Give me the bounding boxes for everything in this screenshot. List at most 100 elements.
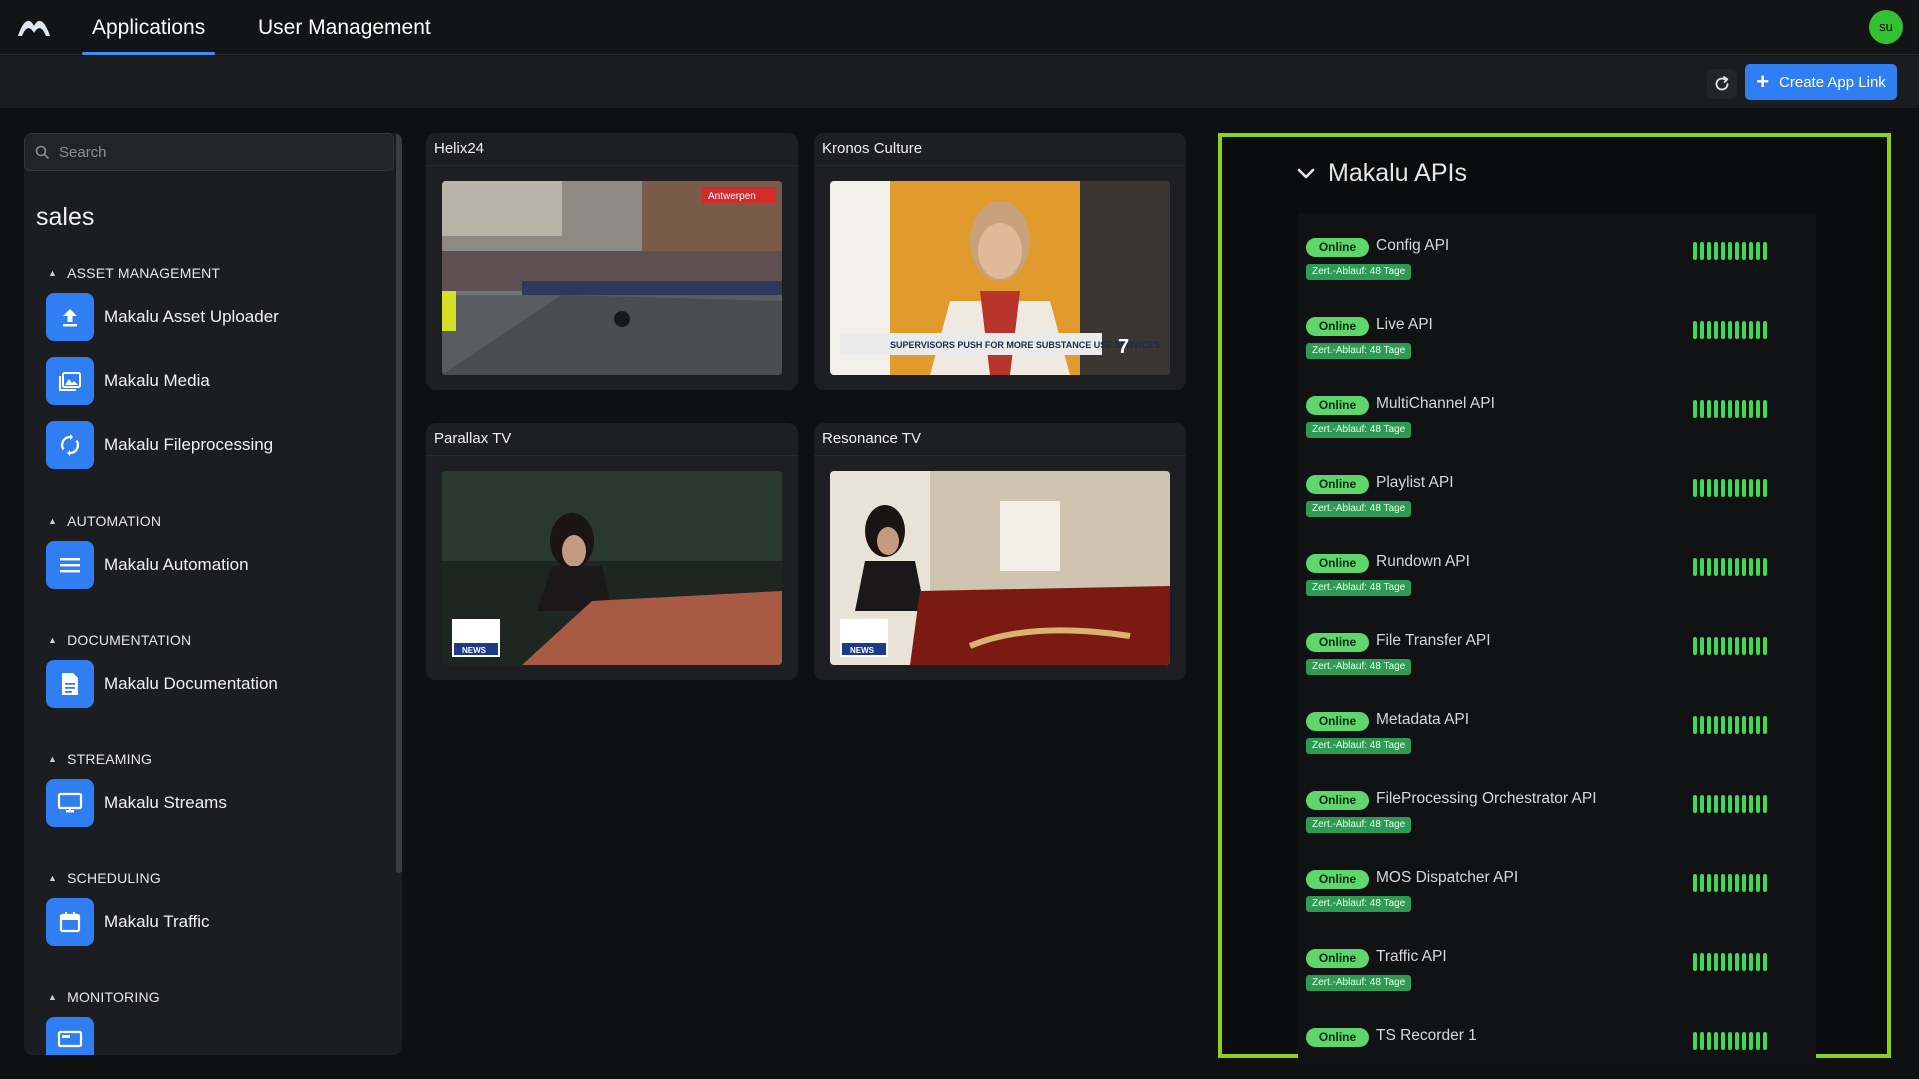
api-panel-header[interactable]: Makalu APIs (1296, 159, 1467, 188)
uptime-bar (1721, 874, 1725, 892)
uptime-bar (1749, 242, 1753, 260)
group-header-scheduling[interactable]: ▲ SCHEDULING (48, 870, 161, 886)
mountain-logo-icon[interactable] (16, 14, 52, 40)
api-status-row[interactable]: Online File Transfer API Zert.-Ablauf: 48 … (1306, 630, 1806, 686)
channel-card-parallax-tv[interactable]: Parallax TV NEWS (426, 423, 798, 680)
caret-up-icon: ▲ (48, 268, 58, 278)
api-status-row[interactable]: Online Metadata API Zert.-Ablauf: 48 Tage (1306, 709, 1806, 765)
uptime-bar (1742, 400, 1746, 418)
api-status-row[interactable]: Online TS Recorder 1 (1306, 1025, 1806, 1063)
uptime-bar (1728, 558, 1732, 576)
uptime-bar (1763, 953, 1767, 971)
api-status-row[interactable]: Online Config API Zert.-Ablauf: 48 Tage (1306, 235, 1806, 291)
create-app-link-button[interactable]: + Create App Link (1745, 64, 1897, 100)
group-header-streaming[interactable]: ▲ STREAMING (48, 751, 152, 767)
uptime-bar (1763, 637, 1767, 655)
sidebar-item-makalu-documentation[interactable]: Makalu Documentation (46, 660, 278, 708)
sidebar-item-label: Makalu Documentation (104, 674, 278, 693)
online-status-badge: Online (1306, 396, 1369, 415)
uptime-bar (1714, 874, 1718, 892)
api-status-row[interactable]: Online Live API Zert.-Ablauf: 48 Tage (1306, 314, 1806, 370)
sidebar-item-makalu-automation[interactable]: Makalu Automation (46, 541, 249, 589)
channel-thumbnail-racing[interactable]: Antwerpen (442, 181, 782, 375)
sidebar-item-makalu-streams[interactable]: Makalu Streams (46, 779, 227, 827)
uptime-bar (1763, 795, 1767, 813)
channel-card-helix24[interactable]: Helix24 Antwerpen (426, 133, 798, 390)
search-icon (35, 145, 49, 159)
uptime-bar (1707, 1032, 1711, 1050)
uptime-bar (1749, 874, 1753, 892)
uptime-bar (1721, 795, 1725, 813)
group-title: SCHEDULING (67, 870, 161, 886)
svg-text:7: 7 (1118, 336, 1129, 358)
uptime-bar (1693, 321, 1697, 339)
api-status-row[interactable]: Online MultiChannel API Zert.-Ablauf: 48 T… (1306, 393, 1806, 449)
online-status-badge: Online (1306, 949, 1369, 968)
sidebar-item-makalu-asset-uploader[interactable]: Makalu Asset Uploader (46, 293, 279, 341)
uptime-bar (1749, 716, 1753, 734)
api-status-row[interactable]: Online Playlist API Zert.-Ablauf: 48 Tage (1306, 472, 1806, 528)
uptime-bar (1742, 716, 1746, 734)
user-avatar[interactable]: su (1869, 10, 1903, 44)
uptime-bar (1700, 242, 1704, 260)
uptime-bar (1763, 558, 1767, 576)
uptime-bar (1763, 874, 1767, 892)
tab-user-management[interactable]: User Management (258, 0, 431, 55)
api-name: Playlist API (1376, 474, 1454, 491)
list-icon (46, 541, 94, 589)
group-header-asset-management[interactable]: ▲ ASSET MANAGEMENT (48, 265, 220, 281)
search-input[interactable]: Search (24, 133, 394, 171)
uptime-bar (1763, 400, 1767, 418)
sidebar-item-makalu-traffic[interactable]: Makalu Traffic (46, 898, 210, 946)
uptime-bar (1721, 321, 1725, 339)
refresh-button[interactable] (1707, 69, 1737, 99)
uptime-bar (1693, 795, 1697, 813)
channel-card-resonance-tv[interactable]: Resonance TV NEWS (814, 423, 1186, 680)
uptime-bar (1693, 400, 1697, 418)
sidebar-item-makalu-fileprocessing[interactable]: Makalu Fileprocessing (46, 421, 273, 469)
uptime-bar (1728, 321, 1732, 339)
toolbar: + Create App Link (0, 56, 1919, 108)
uptime-bar (1721, 1032, 1725, 1050)
uptime-bar (1693, 953, 1697, 971)
uptime-bar (1700, 795, 1704, 813)
uptime-bar (1693, 558, 1697, 576)
online-status-badge: Online (1306, 1028, 1369, 1047)
uptime-bar (1714, 953, 1718, 971)
organization-title: sales (36, 203, 95, 231)
monitor-icon (46, 779, 94, 827)
uptime-bar (1756, 795, 1760, 813)
group-header-documentation[interactable]: ▲ DOCUMENTATION (48, 632, 191, 648)
group-header-automation[interactable]: ▲ AUTOMATION (48, 513, 161, 529)
uptime-bars (1693, 637, 1767, 655)
uptime-bar (1735, 795, 1739, 813)
sidebar-scrollbar[interactable] (396, 133, 402, 873)
channel-thumbnail-piano[interactable]: NEWS (442, 471, 782, 665)
channel-overlay-text: Antwerpen (708, 191, 756, 202)
makalu-apis-panel: Makalu APIs Online Config API Zert.-Ablauf… (1218, 133, 1891, 1063)
channel-thumbnail-interview[interactable]: SUPERVISORS PUSH FOR MORE SUBSTANCE USE … (830, 181, 1170, 375)
uptime-bar (1735, 558, 1739, 576)
api-status-row[interactable]: Online MOS Dispatcher API Zert.-Ablauf: 48… (1306, 867, 1806, 923)
sidebar-item-makalu-monitoring[interactable] (46, 1017, 104, 1055)
group-title: MONITORING (67, 989, 160, 1005)
uptime-bar (1707, 242, 1711, 260)
api-status-row[interactable]: Online Traffic API Zert.-Ablauf: 48 Tage (1306, 946, 1806, 1002)
group-header-monitoring[interactable]: ▲ MONITORING (48, 989, 160, 1005)
channel-thumbnail-piano-room[interactable]: NEWS (830, 471, 1170, 665)
caret-up-icon: ▲ (48, 635, 58, 645)
api-name: FileProcessing Orchestrator API (1376, 790, 1597, 807)
api-status-row[interactable]: Online FileProcessing Orchestrator API Zer… (1306, 788, 1806, 844)
uptime-bars (1693, 479, 1767, 497)
uptime-bar (1721, 479, 1725, 497)
uptime-bar (1735, 242, 1739, 260)
uptime-bar (1714, 479, 1718, 497)
channel-card-kronos-culture[interactable]: Kronos Culture SUPERVISORS PUSH FOR MORE… (814, 133, 1186, 390)
search-placeholder: Search (59, 143, 107, 161)
uptime-bar (1693, 1032, 1697, 1050)
image-gallery-icon (46, 357, 94, 405)
tab-applications[interactable]: Applications (81, 0, 216, 55)
sidebar-item-makalu-media[interactable]: Makalu Media (46, 357, 210, 405)
uptime-bar (1714, 321, 1718, 339)
api-status-row[interactable]: Online Rundown API Zert.-Ablauf: 48 Tage (1306, 551, 1806, 607)
